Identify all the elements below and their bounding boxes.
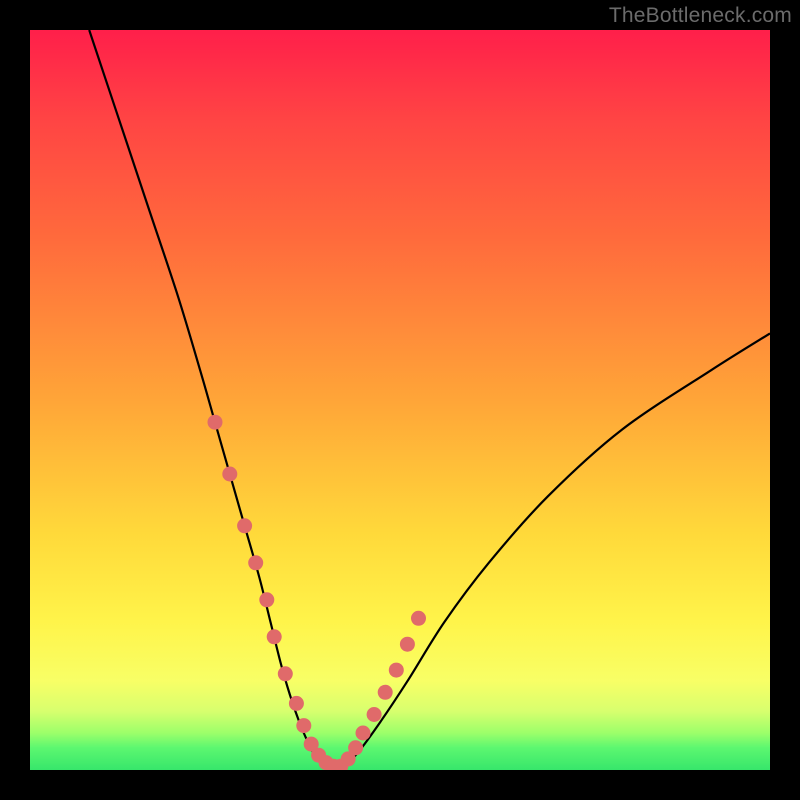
highlight-marker bbox=[248, 555, 263, 570]
bottleneck-curve bbox=[89, 30, 770, 768]
chart-frame: TheBottleneck.com bbox=[0, 0, 800, 800]
highlight-marker bbox=[208, 415, 223, 430]
highlight-marker bbox=[378, 685, 393, 700]
curve-svg bbox=[30, 30, 770, 770]
highlight-marker bbox=[222, 467, 237, 482]
highlight-marker bbox=[237, 518, 252, 533]
highlight-marker bbox=[267, 629, 282, 644]
highlight-marker bbox=[348, 740, 363, 755]
highlight-marker bbox=[259, 592, 274, 607]
highlight-marker bbox=[296, 718, 311, 733]
highlight-marker bbox=[411, 611, 426, 626]
highlight-marker bbox=[367, 707, 382, 722]
watermark-text: TheBottleneck.com bbox=[609, 4, 792, 28]
highlight-marker bbox=[278, 666, 293, 681]
highlight-marker bbox=[356, 726, 371, 741]
plot-area bbox=[30, 30, 770, 770]
highlight-markers bbox=[208, 415, 427, 770]
highlight-marker bbox=[389, 663, 404, 678]
highlight-marker bbox=[400, 637, 415, 652]
highlight-marker bbox=[289, 696, 304, 711]
